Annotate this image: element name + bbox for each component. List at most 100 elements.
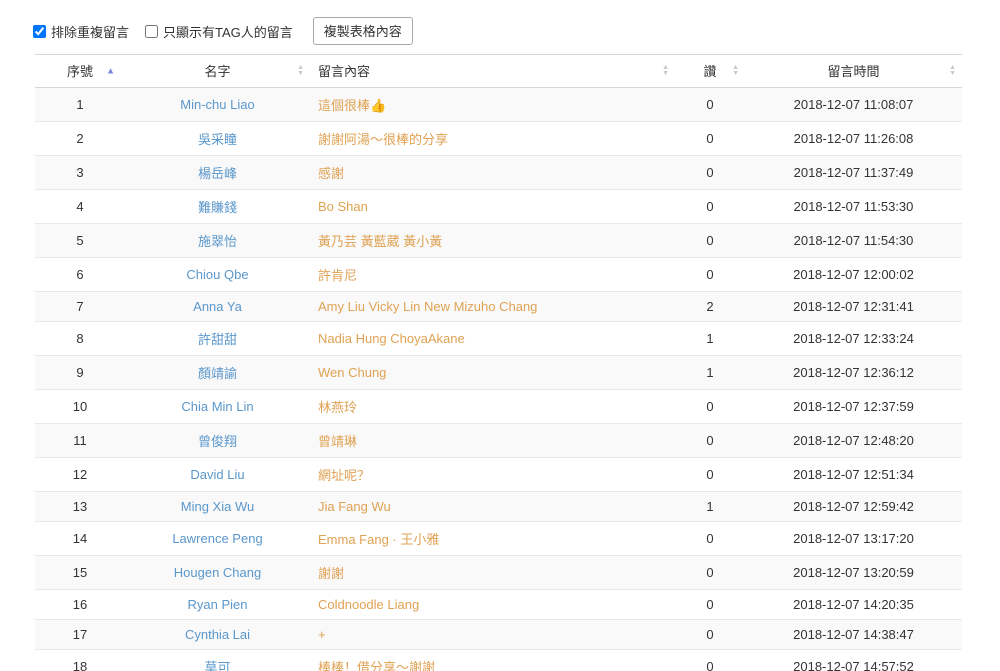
like-count: 0: [675, 555, 745, 590]
commenter-name-link[interactable]: Ryan Pien: [125, 589, 310, 620]
commenter-name-link[interactable]: Lawrence Peng: [125, 521, 310, 556]
comment-time: 2018-12-07 12:00:02: [745, 257, 962, 292]
commenter-name-link[interactable]: Anna Ya: [125, 291, 310, 322]
comments-table-container: 序號 ▲ 名字 ▲ ▼ 留言內容 ▲ ▼ 讚 ▲ ▼ 留言時間 ▲ ▼ 1 Mi…: [35, 54, 1000, 671]
comment-time: 2018-12-07 14:20:35: [745, 589, 962, 620]
comment-time: 2018-12-07 12:59:42: [745, 491, 962, 522]
row-number: 15: [35, 555, 125, 590]
comment-text: Amy Liu Vicky Lin New Mizuho Chang: [310, 291, 675, 322]
comment-time: 2018-12-07 14:57:52: [745, 649, 962, 671]
row-number: 7: [35, 291, 125, 322]
commenter-name-link[interactable]: 顏靖諭: [125, 355, 310, 390]
commenter-name-link[interactable]: Min-chu Liao: [125, 87, 310, 122]
comments-table: 序號 ▲ 名字 ▲ ▼ 留言內容 ▲ ▼ 讚 ▲ ▼ 留言時間 ▲ ▼ 1 Mi…: [35, 54, 962, 671]
comment-text: +: [310, 619, 675, 650]
comment-text: Emma Fang · 王小雅: [310, 521, 675, 556]
like-count: 0: [675, 189, 745, 224]
commenter-name-link[interactable]: 曾俊翔: [125, 423, 310, 458]
row-number: 11: [35, 423, 125, 458]
comment-text: Wen Chung: [310, 355, 675, 390]
comment-time: 2018-12-07 11:53:30: [745, 189, 962, 224]
commenter-name-link[interactable]: 楊岳峰: [125, 155, 310, 190]
row-number: 3: [35, 155, 125, 190]
table-row: 14 Lawrence Peng Emma Fang · 王小雅 0 2018-12-0…: [35, 521, 962, 556]
row-number: 14: [35, 521, 125, 556]
column-header-number-label: 序號: [66, 64, 93, 79]
table-row: 2 吳采瞳 謝謝阿湯～很棒的分享 0 2018-12-07 11:26:08: [35, 121, 962, 156]
like-count: 0: [675, 223, 745, 258]
row-number: 6: [35, 257, 125, 292]
column-header-number[interactable]: 序號 ▲: [35, 54, 125, 88]
commenter-name-link[interactable]: 施翠怡: [125, 223, 310, 258]
column-header-likes-label: 讚: [703, 64, 717, 79]
comment-time: 2018-12-07 13:20:59: [745, 555, 962, 590]
sort-ascending-icon: ▲: [106, 65, 115, 76]
copy-table-button[interactable]: 複製表格內容: [312, 17, 413, 45]
comment-text: Jia Fang Wu: [310, 491, 675, 522]
commenter-name-link[interactable]: 吳采瞳: [125, 121, 310, 156]
table-row: 4 難賺錢 Bo Shan 0 2018-12-07 11:53:30: [35, 189, 962, 224]
commenter-name-link[interactable]: Chiou Qbe: [125, 257, 310, 292]
row-number: 10: [35, 389, 125, 424]
row-number: 5: [35, 223, 125, 258]
comment-text: 這個很棒👍: [310, 87, 675, 122]
comments-table-body: 1 Min-chu Liao 這個很棒👍 0 2018-12-07 11:08:07 2 吳…: [35, 87, 962, 671]
like-count: 0: [675, 121, 745, 156]
row-number: 18: [35, 649, 125, 671]
column-header-likes[interactable]: 讚 ▲ ▼: [675, 54, 745, 88]
row-number: 4: [35, 189, 125, 224]
comment-time: 2018-12-07 11:26:08: [745, 121, 962, 156]
commenter-name-link[interactable]: 莫可: [125, 649, 310, 671]
comment-time: 2018-12-07 12:33:24: [745, 321, 962, 356]
comment-time: 2018-12-07 13:17:20: [745, 521, 962, 556]
column-header-name[interactable]: 名字 ▲ ▼: [125, 54, 310, 88]
comment-text: Nadia Hung ChoyaAkane: [310, 321, 675, 356]
like-count: 0: [675, 457, 745, 492]
like-count: 0: [675, 87, 745, 122]
column-header-name-label: 名字: [204, 64, 231, 79]
toolbar: 排除重複留言 只顯示有TAG人的留言 複製表格內容: [0, 0, 1000, 45]
commenter-name-link[interactable]: David Liu: [125, 457, 310, 492]
comment-time: 2018-12-07 12:36:12: [745, 355, 962, 390]
sort-icon: ▲ ▼: [949, 64, 956, 77]
table-row: 5 施翠怡 黃乃芸 黃藍葳 黃小黃 0 2018-12-07 11:54:30: [35, 223, 962, 258]
like-count: 1: [675, 491, 745, 522]
commenter-name-link[interactable]: 難賺錢: [125, 189, 310, 224]
column-header-comment-label: 留言內容: [318, 64, 371, 79]
comment-text: 網址呢？: [310, 457, 675, 492]
comment-time: 2018-12-07 11:54:30: [745, 223, 962, 258]
row-number: 9: [35, 355, 125, 390]
like-count: 0: [675, 649, 745, 671]
table-row: 17 Cynthia Lai +0 2018-12-07 14:38:47: [35, 619, 962, 650]
like-count: 0: [675, 423, 745, 458]
show-tagged-only-checkbox[interactable]: [145, 24, 159, 38]
like-count: 2: [675, 291, 745, 322]
commenter-name-link[interactable]: Chia Min Lin: [125, 389, 310, 424]
commenter-name-link[interactable]: Ming Xia Wu: [125, 491, 310, 522]
comment-time: 2018-12-07 12:37:59: [745, 389, 962, 424]
comment-time: 2018-12-07 12:48:20: [745, 423, 962, 458]
table-row: 10 Chia Min Lin 林燕玲 0 2018-12-07 12:37:59: [35, 389, 962, 424]
comment-text: Coldnoodle Liang: [310, 589, 675, 620]
comment-time: 2018-12-07 12:51:34: [745, 457, 962, 492]
show-tagged-only-label: 只顯示有TAG人的留言: [163, 24, 293, 40]
show-tagged-only-option[interactable]: 只顯示有TAG人的留言: [145, 22, 293, 41]
exclude-duplicates-checkbox[interactable]: [33, 24, 46, 38]
comment-time: 2018-12-07 12:31:41: [745, 291, 962, 322]
table-row: 6 Chiou Qbe 許肯尼 0 2018-12-07 12:00:02: [35, 257, 962, 292]
table-row: 1 Min-chu Liao 這個很棒👍 0 2018-12-07 11:08:07: [35, 87, 962, 122]
table-row: 15 Hougen Chang 謝謝 0 2018-12-07 13:20:59: [35, 555, 962, 590]
commenter-name-link[interactable]: Hougen Chang: [125, 555, 310, 590]
like-count: 0: [675, 155, 745, 190]
column-header-comment[interactable]: 留言內容 ▲ ▼: [310, 54, 675, 88]
commenter-name-link[interactable]: Cynthia Lai: [125, 619, 310, 650]
row-number: 8: [35, 321, 125, 356]
table-header-row: 序號 ▲ 名字 ▲ ▼ 留言內容 ▲ ▼ 讚 ▲ ▼ 留言時間 ▲ ▼: [35, 54, 962, 88]
table-row: 16 Ryan Pien Coldnoodle Liang 0 2018-12-07 1…: [35, 589, 962, 620]
table-row: 12 David Liu 網址呢？ 0 2018-12-07 12:51:34: [35, 457, 962, 492]
commenter-name-link[interactable]: 許甜甜: [125, 321, 310, 356]
column-header-time[interactable]: 留言時間 ▲ ▼: [745, 54, 962, 88]
comment-time: 2018-12-07 14:38:47: [745, 619, 962, 650]
exclude-duplicates-option[interactable]: 排除重複留言: [33, 22, 129, 41]
comment-text: 謝謝: [310, 555, 675, 590]
